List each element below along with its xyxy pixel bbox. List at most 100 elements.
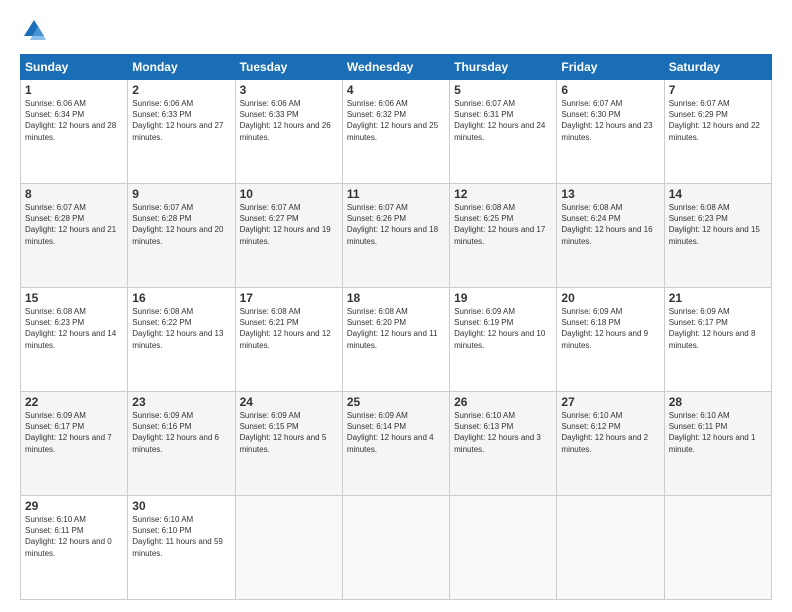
weekday-header-row: SundayMondayTuesdayWednesdayThursdayFrid… xyxy=(21,55,772,80)
calendar-cell: 16 Sunrise: 6:08 AM Sunset: 6:22 PM Dayl… xyxy=(128,288,235,392)
calendar-cell: 22 Sunrise: 6:09 AM Sunset: 6:17 PM Dayl… xyxy=(21,392,128,496)
calendar-cell: 24 Sunrise: 6:09 AM Sunset: 6:15 PM Dayl… xyxy=(235,392,342,496)
day-info: Sunrise: 6:08 AM Sunset: 6:23 PM Dayligh… xyxy=(25,306,123,351)
day-info: Sunrise: 6:06 AM Sunset: 6:33 PM Dayligh… xyxy=(240,98,338,143)
daylight-label: Daylight: 12 hours and 14 minutes. xyxy=(25,329,116,349)
day-info: Sunrise: 6:10 AM Sunset: 6:11 PM Dayligh… xyxy=(669,410,767,455)
daylight-label: Daylight: 12 hours and 4 minutes. xyxy=(347,433,434,453)
calendar-cell xyxy=(342,496,449,600)
daylight-label: Daylight: 12 hours and 0 minutes. xyxy=(25,537,112,557)
day-info: Sunrise: 6:08 AM Sunset: 6:23 PM Dayligh… xyxy=(669,202,767,247)
calendar-cell: 5 Sunrise: 6:07 AM Sunset: 6:31 PM Dayli… xyxy=(450,80,557,184)
calendar-cell: 14 Sunrise: 6:08 AM Sunset: 6:23 PM Dayl… xyxy=(664,184,771,288)
day-number: 23 xyxy=(132,395,230,409)
calendar-cell: 28 Sunrise: 6:10 AM Sunset: 6:11 PM Dayl… xyxy=(664,392,771,496)
calendar-week-1: 1 Sunrise: 6:06 AM Sunset: 6:34 PM Dayli… xyxy=(21,80,772,184)
sunset-label: Sunset: 6:29 PM xyxy=(669,110,728,119)
day-info: Sunrise: 6:06 AM Sunset: 6:32 PM Dayligh… xyxy=(347,98,445,143)
sunset-label: Sunset: 6:26 PM xyxy=(347,214,406,223)
header xyxy=(20,16,772,44)
daylight-label: Daylight: 12 hours and 21 minutes. xyxy=(25,225,116,245)
calendar-cell: 30 Sunrise: 6:10 AM Sunset: 6:10 PM Dayl… xyxy=(128,496,235,600)
daylight-label: Daylight: 12 hours and 11 minutes. xyxy=(347,329,438,349)
day-number: 16 xyxy=(132,291,230,305)
daylight-label: Daylight: 12 hours and 27 minutes. xyxy=(132,121,223,141)
sunset-label: Sunset: 6:10 PM xyxy=(132,526,191,535)
sunset-label: Sunset: 6:33 PM xyxy=(132,110,191,119)
sunset-label: Sunset: 6:25 PM xyxy=(454,214,513,223)
sunrise-label: Sunrise: 6:09 AM xyxy=(347,411,408,420)
sunrise-label: Sunrise: 6:07 AM xyxy=(240,203,301,212)
day-info: Sunrise: 6:09 AM Sunset: 6:16 PM Dayligh… xyxy=(132,410,230,455)
day-info: Sunrise: 6:07 AM Sunset: 6:29 PM Dayligh… xyxy=(669,98,767,143)
day-number: 19 xyxy=(454,291,552,305)
page: SundayMondayTuesdayWednesdayThursdayFrid… xyxy=(0,0,792,612)
day-info: Sunrise: 6:10 AM Sunset: 6:11 PM Dayligh… xyxy=(25,514,123,559)
weekday-header-friday: Friday xyxy=(557,55,664,80)
sunrise-label: Sunrise: 6:10 AM xyxy=(25,515,86,524)
calendar-cell xyxy=(450,496,557,600)
weekday-header-thursday: Thursday xyxy=(450,55,557,80)
logo-icon xyxy=(20,16,48,44)
sunrise-label: Sunrise: 6:07 AM xyxy=(25,203,86,212)
day-info: Sunrise: 6:08 AM Sunset: 6:25 PM Dayligh… xyxy=(454,202,552,247)
sunset-label: Sunset: 6:16 PM xyxy=(132,422,191,431)
day-number: 3 xyxy=(240,83,338,97)
sunset-label: Sunset: 6:22 PM xyxy=(132,318,191,327)
daylight-label: Daylight: 12 hours and 15 minutes. xyxy=(669,225,760,245)
sunrise-label: Sunrise: 6:07 AM xyxy=(454,99,515,108)
calendar-cell: 10 Sunrise: 6:07 AM Sunset: 6:27 PM Dayl… xyxy=(235,184,342,288)
daylight-label: Daylight: 12 hours and 16 minutes. xyxy=(561,225,652,245)
sunset-label: Sunset: 6:13 PM xyxy=(454,422,513,431)
day-number: 30 xyxy=(132,499,230,513)
calendar-cell: 27 Sunrise: 6:10 AM Sunset: 6:12 PM Dayl… xyxy=(557,392,664,496)
sunrise-label: Sunrise: 6:08 AM xyxy=(454,203,515,212)
daylight-label: Daylight: 11 hours and 59 minutes. xyxy=(132,537,223,557)
sunrise-label: Sunrise: 6:07 AM xyxy=(669,99,730,108)
daylight-label: Daylight: 12 hours and 22 minutes. xyxy=(669,121,760,141)
calendar-cell: 12 Sunrise: 6:08 AM Sunset: 6:25 PM Dayl… xyxy=(450,184,557,288)
calendar-week-2: 8 Sunrise: 6:07 AM Sunset: 6:28 PM Dayli… xyxy=(21,184,772,288)
day-info: Sunrise: 6:07 AM Sunset: 6:28 PM Dayligh… xyxy=(25,202,123,247)
calendar-week-3: 15 Sunrise: 6:08 AM Sunset: 6:23 PM Dayl… xyxy=(21,288,772,392)
daylight-label: Daylight: 12 hours and 19 minutes. xyxy=(240,225,331,245)
sunrise-label: Sunrise: 6:09 AM xyxy=(561,307,622,316)
sunrise-label: Sunrise: 6:09 AM xyxy=(454,307,515,316)
day-info: Sunrise: 6:10 AM Sunset: 6:12 PM Dayligh… xyxy=(561,410,659,455)
day-number: 29 xyxy=(25,499,123,513)
sunset-label: Sunset: 6:18 PM xyxy=(561,318,620,327)
sunset-label: Sunset: 6:19 PM xyxy=(454,318,513,327)
day-number: 27 xyxy=(561,395,659,409)
daylight-label: Daylight: 12 hours and 18 minutes. xyxy=(347,225,438,245)
sunset-label: Sunset: 6:32 PM xyxy=(347,110,406,119)
calendar-cell: 26 Sunrise: 6:10 AM Sunset: 6:13 PM Dayl… xyxy=(450,392,557,496)
day-number: 11 xyxy=(347,187,445,201)
calendar-cell: 6 Sunrise: 6:07 AM Sunset: 6:30 PM Dayli… xyxy=(557,80,664,184)
daylight-label: Daylight: 12 hours and 1 minute. xyxy=(669,433,756,453)
sunrise-label: Sunrise: 6:08 AM xyxy=(132,307,193,316)
day-info: Sunrise: 6:10 AM Sunset: 6:13 PM Dayligh… xyxy=(454,410,552,455)
day-number: 28 xyxy=(669,395,767,409)
sunset-label: Sunset: 6:14 PM xyxy=(347,422,406,431)
sunset-label: Sunset: 6:33 PM xyxy=(240,110,299,119)
day-info: Sunrise: 6:07 AM Sunset: 6:28 PM Dayligh… xyxy=(132,202,230,247)
day-info: Sunrise: 6:07 AM Sunset: 6:31 PM Dayligh… xyxy=(454,98,552,143)
day-number: 21 xyxy=(669,291,767,305)
daylight-label: Daylight: 12 hours and 20 minutes. xyxy=(132,225,223,245)
sunset-label: Sunset: 6:30 PM xyxy=(561,110,620,119)
weekday-header-saturday: Saturday xyxy=(664,55,771,80)
sunset-label: Sunset: 6:31 PM xyxy=(454,110,513,119)
logo xyxy=(20,16,52,44)
day-number: 22 xyxy=(25,395,123,409)
sunrise-label: Sunrise: 6:10 AM xyxy=(132,515,193,524)
weekday-header-sunday: Sunday xyxy=(21,55,128,80)
sunset-label: Sunset: 6:21 PM xyxy=(240,318,299,327)
sunrise-label: Sunrise: 6:08 AM xyxy=(25,307,86,316)
day-info: Sunrise: 6:06 AM Sunset: 6:33 PM Dayligh… xyxy=(132,98,230,143)
sunrise-label: Sunrise: 6:08 AM xyxy=(561,203,622,212)
calendar-cell: 3 Sunrise: 6:06 AM Sunset: 6:33 PM Dayli… xyxy=(235,80,342,184)
sunrise-label: Sunrise: 6:09 AM xyxy=(132,411,193,420)
sunrise-label: Sunrise: 6:09 AM xyxy=(669,307,730,316)
calendar-cell: 25 Sunrise: 6:09 AM Sunset: 6:14 PM Dayl… xyxy=(342,392,449,496)
weekday-header-monday: Monday xyxy=(128,55,235,80)
